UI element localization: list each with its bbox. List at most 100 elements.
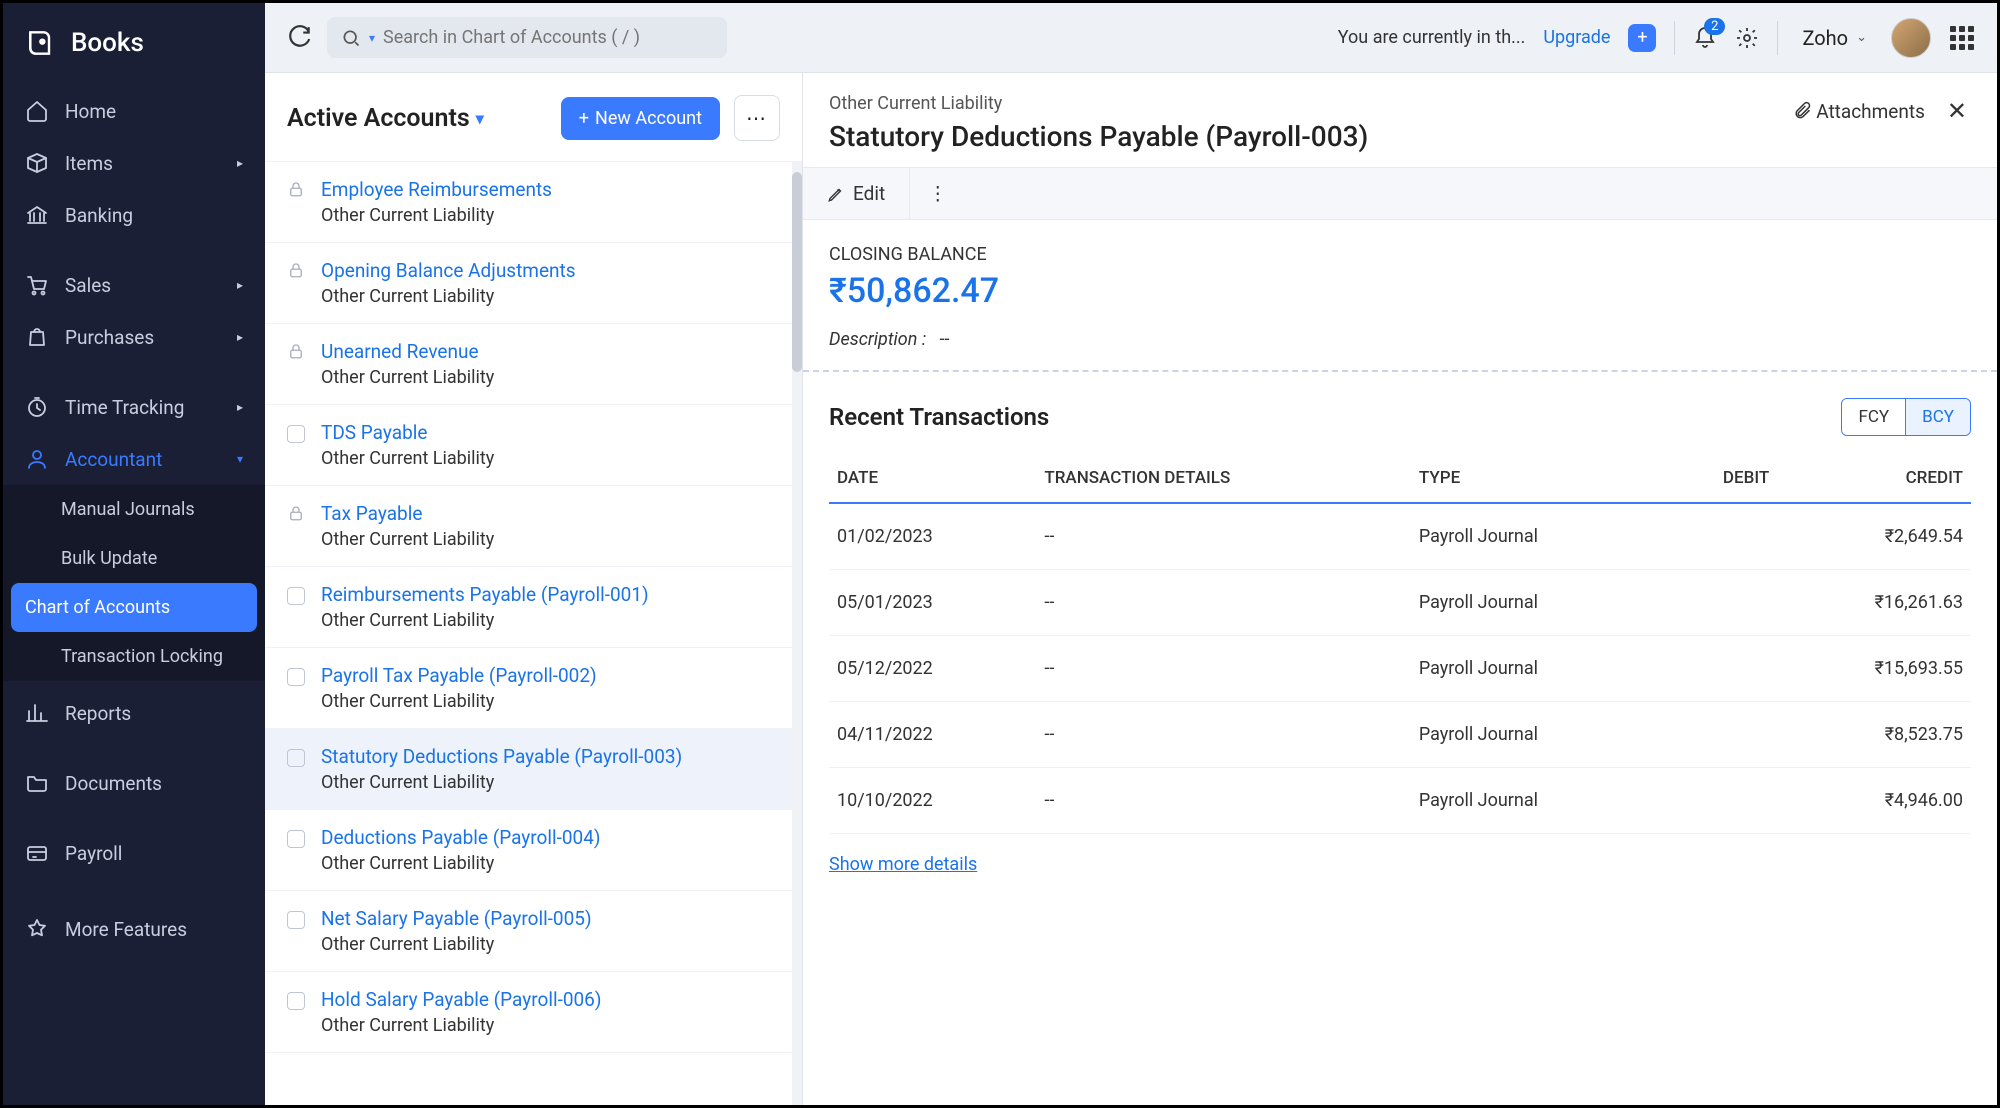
sidebar-item-time-tracking[interactable]: Time Tracking▸ — [3, 381, 265, 433]
account-name[interactable]: Unearned Revenue — [321, 340, 770, 363]
sidebar-item-documents[interactable]: Documents — [3, 757, 265, 809]
app-logo[interactable]: Books — [3, 3, 265, 85]
bcy-button[interactable]: BCY — [1905, 399, 1970, 435]
account-row[interactable]: Net Salary Payable (Payroll-005)Other Cu… — [265, 891, 792, 972]
account-name[interactable]: Deductions Payable (Payroll-004) — [321, 826, 770, 849]
sidebar-item-accountant[interactable]: Accountant▾ — [3, 433, 265, 485]
row-checkbox[interactable] — [287, 992, 305, 1010]
transaction-row[interactable]: 01/02/2023--Payroll Journal₹2,649.54 — [829, 503, 1971, 570]
account-name[interactable]: Net Salary Payable (Payroll-005) — [321, 907, 770, 930]
account-name[interactable]: Payroll Tax Payable (Payroll-002) — [321, 664, 770, 687]
account-row[interactable]: Tax PayableOther Current Liability — [265, 486, 792, 567]
account-row[interactable]: Employee ReimbursementsOther Current Lia… — [265, 162, 792, 243]
show-more-link[interactable]: Show more details — [829, 854, 977, 875]
attachments-button[interactable]: Attachments — [1792, 100, 1925, 123]
home-icon — [25, 99, 49, 123]
lock-icon — [287, 180, 305, 198]
sidebar-item-purchases[interactable]: Purchases▸ — [3, 311, 265, 363]
sidebar-item-more-features[interactable]: More Features — [3, 903, 265, 955]
search-scope-chevron[interactable]: ▾ — [369, 31, 375, 45]
account-name[interactable]: Employee Reimbursements — [321, 178, 770, 201]
sidebar-item-sales[interactable]: Sales▸ — [3, 259, 265, 311]
account-row-body: Statutory Deductions Payable (Payroll-00… — [321, 745, 770, 793]
row-checkbox[interactable] — [287, 587, 305, 605]
scrollbar-thumb[interactable] — [792, 172, 802, 372]
chevron-down-icon: ▾ — [476, 109, 484, 128]
list-more-button[interactable]: ⋯ — [734, 95, 780, 141]
account-type: Other Current Liability — [321, 772, 770, 793]
account-row[interactable]: Hold Salary Payable (Payroll-006)Other C… — [265, 972, 792, 1053]
avatar[interactable] — [1891, 18, 1931, 58]
new-account-button[interactable]: + New Account — [561, 97, 720, 140]
transaction-row[interactable]: 05/01/2023--Payroll Journal₹16,261.63 — [829, 570, 1971, 636]
apps-grid-icon[interactable] — [1949, 25, 1975, 51]
account-type: Other Current Liability — [321, 853, 770, 874]
chevron-right-icon: ▸ — [237, 400, 243, 414]
transaction-row[interactable]: 04/11/2022--Payroll Journal₹8,523.75 — [829, 702, 1971, 768]
account-name[interactable]: Hold Salary Payable (Payroll-006) — [321, 988, 770, 1011]
row-checkbox[interactable] — [287, 668, 305, 686]
row-checkbox[interactable] — [287, 830, 305, 848]
table-header-row: DATE TRANSACTION DETAILS TYPE DEBIT CRED… — [829, 454, 1971, 503]
account-row[interactable]: Unearned RevenueOther Current Liability — [265, 324, 792, 405]
sidebar-item-label: Reports — [65, 702, 131, 725]
sidebar-subitem-label: Manual Journals — [61, 499, 195, 520]
tx-debit — [1662, 702, 1778, 768]
account-name[interactable]: Reimbursements Payable (Payroll-001) — [321, 583, 770, 606]
account-row[interactable]: Deductions Payable (Payroll-004) Other Cu… — [265, 810, 792, 891]
transaction-row[interactable]: 05/12/2022--Payroll Journal₹15,693.55 — [829, 636, 1971, 702]
gear-icon[interactable] — [1735, 26, 1759, 50]
chevron-right-icon: ▸ — [237, 278, 243, 292]
divider — [1674, 21, 1675, 55]
clock-icon — [25, 395, 49, 419]
account-row[interactable]: TDS PayableOther Current Liability — [265, 405, 792, 486]
account-row[interactable]: Statutory Deductions Payable (Payroll-00… — [265, 729, 792, 810]
close-button[interactable]: ✕ — [1943, 93, 1971, 129]
tx-credit: ₹15,693.55 — [1777, 636, 1971, 702]
sidebar-item-reports[interactable]: Reports — [3, 687, 265, 739]
scrollbar[interactable] — [792, 162, 802, 1105]
edit-button[interactable]: Edit — [803, 168, 910, 219]
account-row[interactable]: Reimbursements Payable (Payroll-001)Othe… — [265, 567, 792, 648]
upgrade-link[interactable]: Upgrade — [1543, 27, 1610, 48]
row-checkbox[interactable] — [287, 911, 305, 929]
notification-badge: 2 — [1704, 18, 1725, 35]
chevron-down-icon: ⌄ — [1856, 30, 1867, 45]
sidebar-item-home[interactable]: Home — [3, 85, 265, 137]
refresh-icon[interactable] — [287, 25, 313, 51]
search-input[interactable] — [383, 27, 713, 48]
transaction-row[interactable]: 10/10/2022--Payroll Journal₹4,946.00 — [829, 768, 1971, 834]
account-row[interactable]: Opening Balance AdjustmentsOther Current… — [265, 243, 792, 324]
tx-date: 05/12/2022 — [829, 636, 1036, 702]
account-name[interactable]: Opening Balance Adjustments — [321, 259, 770, 282]
sidebar-item-label: Documents — [65, 772, 162, 795]
transactions-section: Recent Transactions FCY BCY DATE TRANSAC… — [803, 372, 1997, 901]
detail-breadcrumb: Other Current Liability — [829, 93, 1368, 114]
fcy-button[interactable]: FCY — [1842, 399, 1905, 435]
row-checkbox[interactable] — [287, 425, 305, 443]
account-name[interactable]: Statutory Deductions Payable (Payroll-00… — [321, 745, 770, 768]
org-switcher[interactable]: Zoho ⌄ — [1796, 26, 1873, 50]
row-checkbox[interactable] — [287, 749, 305, 767]
sidebar-item-banking[interactable]: Banking — [3, 189, 265, 241]
quick-create-button[interactable]: + — [1628, 24, 1656, 52]
sidebar-subitem-transaction-locking[interactable]: Transaction Locking — [3, 632, 265, 681]
sidebar-item-items[interactable]: Items▸ — [3, 137, 265, 189]
sidebar-subitem-manual-journals[interactable]: Manual Journals — [3, 485, 265, 534]
col-credit: CREDIT — [1777, 454, 1971, 503]
detail-title: Statutory Deductions Payable (Payroll-00… — [829, 120, 1368, 153]
account-row[interactable]: Payroll Tax Payable (Payroll-002)Other C… — [265, 648, 792, 729]
account-list[interactable]: Employee Reimbursements Other Current Lia… — [265, 162, 792, 1105]
list-filter-dropdown[interactable]: Active Accounts ▾ — [287, 104, 484, 133]
star-icon — [25, 917, 49, 941]
detail-more-button[interactable]: ⋮ — [910, 168, 965, 219]
account-name[interactable]: Tax Payable — [321, 502, 770, 525]
attachments-label: Attachments — [1816, 100, 1925, 123]
sidebar-subitem-bulk-update[interactable]: Bulk Update — [3, 534, 265, 583]
sidebar-item-payroll[interactable]: Payroll — [3, 827, 265, 879]
account-name[interactable]: TDS Payable — [321, 421, 770, 444]
notifications-button[interactable]: 2 — [1693, 26, 1717, 50]
tx-details: -- — [1036, 570, 1410, 636]
search-box[interactable]: ▾ — [327, 17, 727, 58]
sidebar-subitem-chart-of-accounts[interactable]: Chart of Accounts — [11, 583, 257, 632]
